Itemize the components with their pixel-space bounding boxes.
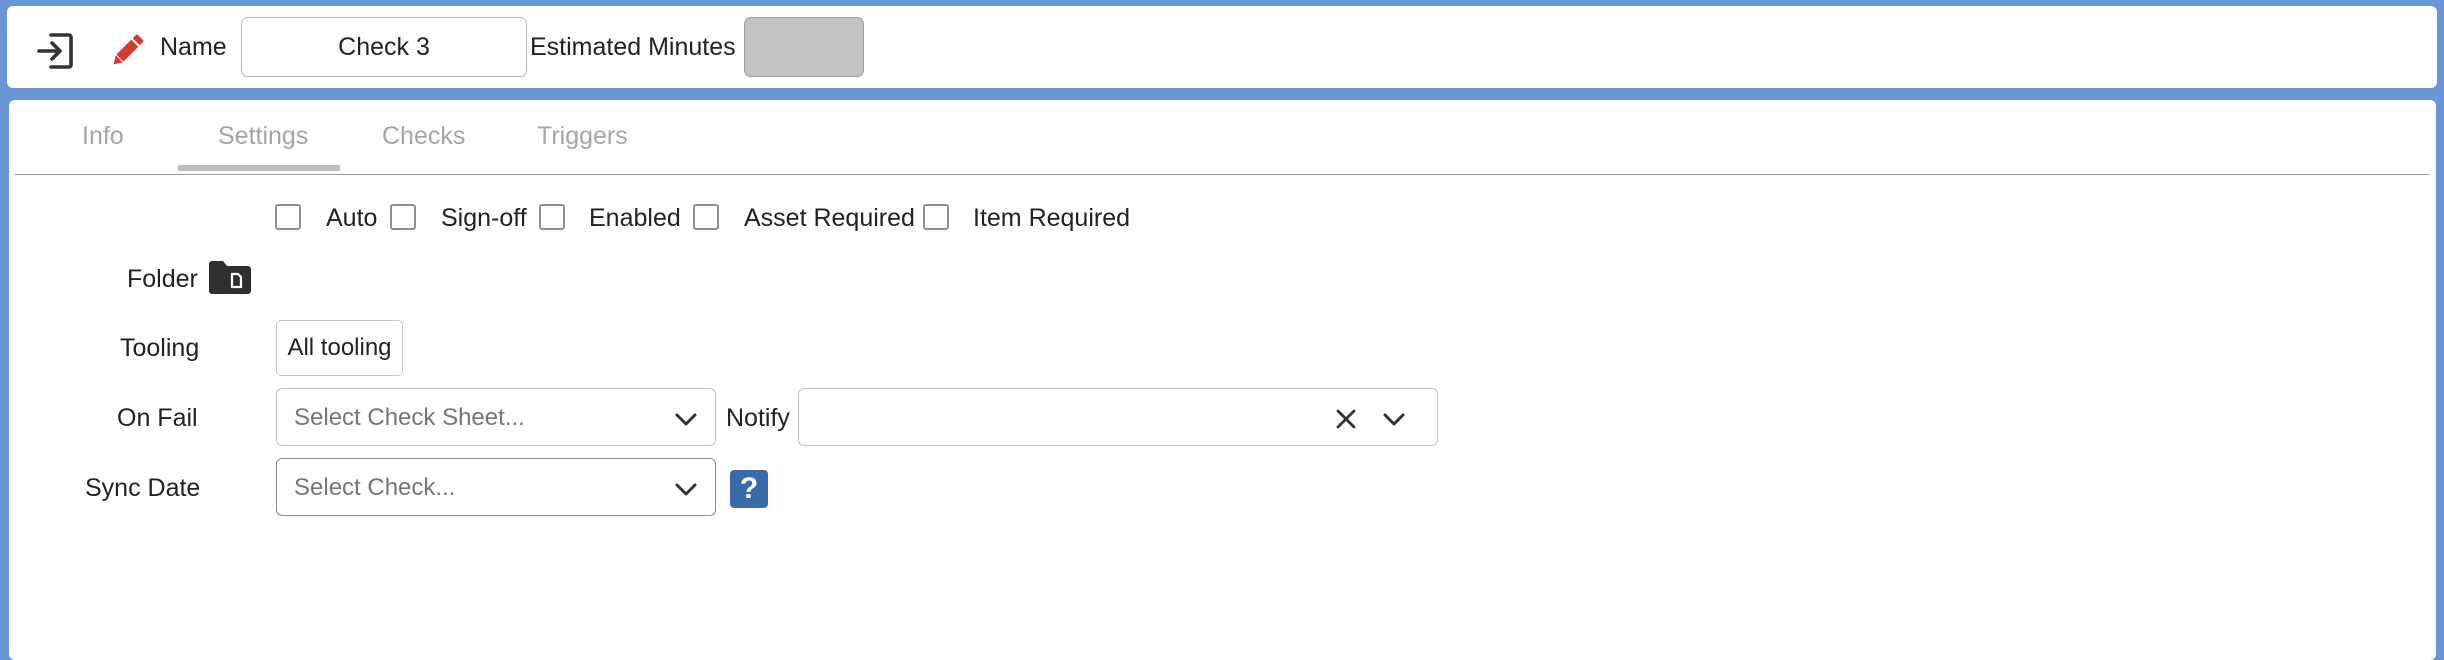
pencil-icon [113, 34, 144, 65]
asset-required-checkbox[interactable] [693, 204, 719, 230]
clear-icon[interactable] [1333, 406, 1359, 432]
on-fail-label: On Fail [117, 404, 198, 432]
exit-icon [37, 33, 73, 69]
folder-button[interactable] [209, 261, 251, 294]
sync-date-label: Sync Date [85, 474, 201, 502]
chevron-down-icon [675, 413, 697, 426]
estimated-minutes-input[interactable] [744, 17, 864, 77]
auto-checkbox[interactable] [275, 204, 301, 230]
enabled-checkbox[interactable] [539, 204, 565, 230]
sync-date-select[interactable]: Select Check... [276, 458, 716, 516]
item-required-label: Item Required [973, 204, 1131, 232]
help-button[interactable]: ? [730, 470, 768, 508]
enabled-label: Enabled [589, 204, 681, 232]
notify-select[interactable] [798, 388, 1438, 446]
name-input[interactable] [241, 17, 527, 77]
exit-button[interactable] [27, 26, 83, 76]
tab-info[interactable]: Info [82, 122, 124, 151]
folder-icon [209, 261, 251, 294]
estimated-minutes-label: Estimated Minutes [530, 33, 736, 61]
tooling-button[interactable]: All tooling [276, 320, 403, 376]
tab-bar: Info Settings Checks Triggers [15, 100, 2429, 175]
on-fail-select[interactable]: Select Check Sheet... [276, 388, 716, 446]
on-fail-placeholder: Select Check Sheet... [294, 404, 525, 431]
item-required-checkbox[interactable] [923, 204, 949, 230]
active-tab-indicator [178, 165, 340, 171]
notify-label: Notify [726, 404, 790, 432]
auto-label: Auto [326, 204, 378, 232]
settings-panel: Info Settings Checks Triggers Auto Sign-… [9, 100, 2436, 660]
sign-off-label: Sign-off [441, 204, 527, 232]
tooling-label: Tooling [120, 334, 200, 362]
edit-button[interactable] [99, 26, 155, 76]
chevron-down-icon[interactable] [1381, 406, 1407, 432]
asset-required-label: Asset Required [744, 204, 915, 232]
folder-label: Folder [127, 265, 198, 293]
header-bar: Name Estimated Minutes [7, 6, 2437, 88]
tab-settings[interactable]: Settings [218, 122, 308, 151]
tab-checks[interactable]: Checks [382, 122, 465, 151]
chevron-down-icon [675, 483, 697, 496]
tab-triggers[interactable]: Triggers [537, 122, 628, 151]
name-label: Name [160, 33, 227, 61]
sign-off-checkbox[interactable] [390, 204, 416, 230]
sync-date-placeholder: Select Check... [294, 474, 456, 501]
